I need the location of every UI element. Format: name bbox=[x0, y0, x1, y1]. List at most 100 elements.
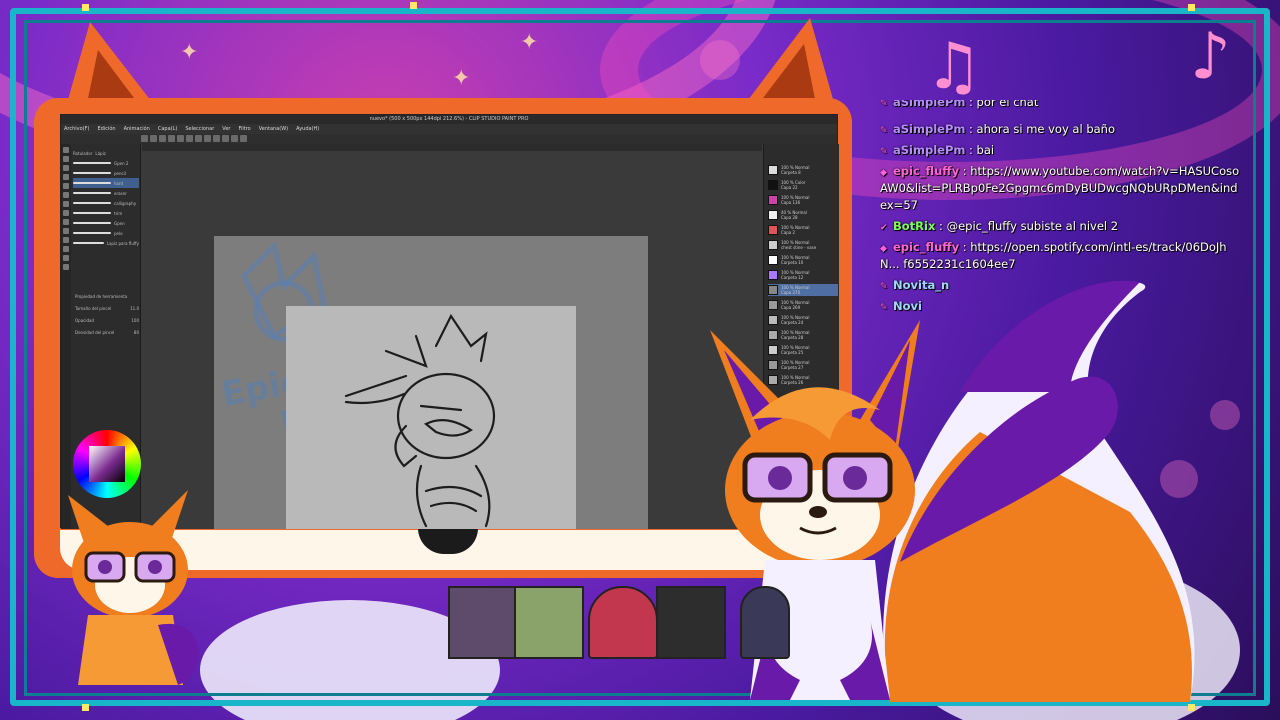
chat-username[interactable]: epic_fluffy bbox=[893, 164, 959, 178]
brush-item[interactable]: pencil bbox=[73, 168, 139, 178]
brush-preview bbox=[73, 172, 111, 174]
menu-ventana[interactable]: Ventana(W) bbox=[259, 124, 288, 134]
deselect-icon[interactable] bbox=[204, 135, 211, 142]
eyedropper-tool-icon[interactable] bbox=[63, 174, 69, 180]
menu-seleccionar[interactable]: Seleccionar bbox=[185, 124, 214, 134]
follower-avatar bbox=[740, 586, 790, 659]
left-panel: Rotulador Lápiz Gpen 2 pencil hard erase… bbox=[61, 144, 141, 529]
blend-tool-icon[interactable] bbox=[63, 264, 69, 270]
menu-ayuda[interactable]: Ayuda(H) bbox=[296, 124, 319, 134]
layer-row[interactable]: 100 % Normal Capa 136 bbox=[768, 194, 838, 206]
chat-text: : @epic_fluffy subiste al nivel 2 bbox=[939, 219, 1119, 233]
airbrush-tool-icon[interactable] bbox=[63, 210, 69, 216]
brush-item[interactable]: trim bbox=[73, 208, 139, 218]
chat-text: : por el chat bbox=[969, 100, 1039, 109]
brush-item[interactable]: pelo bbox=[73, 228, 139, 238]
figure-tool-icon[interactable] bbox=[63, 246, 69, 252]
layer-thumbnail bbox=[768, 225, 778, 235]
canvas-area[interactable]: Epic Fluffy bbox=[142, 144, 762, 529]
density-row[interactable]: Densidad del pincel 80 bbox=[75, 330, 139, 342]
open-icon[interactable] bbox=[150, 135, 157, 142]
layer-row[interactable]: 100 % Normal Capa 270 bbox=[768, 284, 838, 296]
brush-item[interactable]: eraser bbox=[73, 188, 139, 198]
opacity-row[interactable]: Opacidad 100 bbox=[75, 318, 139, 330]
brush-preview bbox=[73, 192, 111, 194]
transform-icon[interactable] bbox=[195, 135, 202, 142]
brush-name: Gpen 2 bbox=[114, 160, 129, 166]
menu-edicion[interactable]: Edición bbox=[97, 124, 115, 134]
eraser-tool-icon[interactable] bbox=[63, 219, 69, 225]
pencil-tool-icon[interactable] bbox=[63, 192, 69, 198]
layer-row[interactable]: 100 % Normal Carpeta 12 bbox=[768, 269, 838, 281]
fill-tool-icon[interactable] bbox=[63, 228, 69, 234]
ruler-icon[interactable] bbox=[231, 135, 238, 142]
command-bar bbox=[61, 134, 837, 144]
chat-username[interactable]: aSimplePm bbox=[893, 143, 965, 157]
menu-filtro[interactable]: Filtro bbox=[238, 124, 250, 134]
layer-label: Capa 28 bbox=[781, 215, 798, 220]
frame-corner-dot bbox=[1188, 704, 1195, 711]
layer-row[interactable]: 40 % Normal Capa 28 bbox=[768, 209, 838, 221]
menu-archivo[interactable]: Archivo(F) bbox=[64, 124, 89, 134]
text-tool-icon[interactable] bbox=[63, 255, 69, 261]
gradient-tool-icon[interactable] bbox=[63, 237, 69, 243]
tab-rotulador[interactable]: Rotulador bbox=[73, 151, 92, 156]
fox-chibi-avatar bbox=[68, 490, 199, 685]
tab-lapiz[interactable]: Lápiz bbox=[95, 151, 105, 156]
layer-row[interactable]: 100 % Normal Carpeta 8 bbox=[768, 164, 838, 176]
frame-corner-dot bbox=[410, 2, 417, 9]
layer-thumbnail bbox=[768, 270, 778, 280]
canvas-paper[interactable] bbox=[286, 306, 576, 529]
brush-item[interactable]: hard bbox=[73, 178, 139, 188]
save-icon[interactable] bbox=[159, 135, 166, 142]
layer-name: 100 % Normal Carpeta 8 bbox=[781, 165, 809, 175]
menu-ver[interactable]: Ver bbox=[222, 124, 230, 134]
layer-row[interactable]: 100 % Normal chest stine - vase bbox=[768, 239, 838, 251]
layer-row[interactable]: 100 % Normal Carpeta 10 bbox=[768, 254, 838, 266]
chat-text: : ahora si me voy al baño bbox=[969, 122, 1115, 136]
snap-icon[interactable] bbox=[222, 135, 229, 142]
layer-label: Carpeta 10 bbox=[781, 260, 804, 265]
clear-icon[interactable] bbox=[186, 135, 193, 142]
prop-value[interactable]: 11.0 bbox=[130, 306, 139, 318]
layer-row[interactable]: 100 % Normal Capa 2 bbox=[768, 224, 838, 236]
prop-value[interactable]: 100 bbox=[131, 318, 139, 330]
prop-value[interactable]: 80 bbox=[134, 330, 139, 342]
menu-capa[interactable]: Capa(L) bbox=[158, 124, 177, 134]
broadcaster-badge-icon: ◆ bbox=[880, 244, 887, 254]
undo-icon[interactable] bbox=[168, 135, 175, 142]
move-tool-icon[interactable] bbox=[63, 156, 69, 162]
brush-preview bbox=[73, 222, 111, 224]
brush-preview bbox=[73, 232, 111, 234]
new-icon[interactable] bbox=[141, 135, 148, 142]
chat-username[interactable]: epic_fluffy bbox=[893, 240, 959, 254]
brush-item[interactable]: Lapiz para fluffy bbox=[73, 238, 139, 248]
badge-icon: ✎ bbox=[880, 147, 888, 157]
invert-selection-icon[interactable] bbox=[213, 135, 220, 142]
chat-username[interactable]: BotRix bbox=[893, 219, 935, 233]
layer-thumbnail bbox=[768, 180, 778, 190]
brush-item[interactable]: calligraphy bbox=[73, 198, 139, 208]
layer-label: chest stine - vase bbox=[781, 245, 817, 250]
layer-row[interactable]: 100 % Color Capa 22 bbox=[768, 179, 838, 191]
chat-username[interactable]: aSimplePm bbox=[893, 100, 965, 109]
chat-username[interactable]: aSimplePm bbox=[893, 122, 965, 136]
brush-size-row[interactable]: Tamaño del pincel 11.0 bbox=[75, 306, 139, 318]
selection-tool-icon[interactable] bbox=[63, 165, 69, 171]
menu-animacion[interactable]: Animación bbox=[124, 124, 150, 134]
brush-item[interactable]: Gpen bbox=[73, 218, 139, 228]
brush-tool-icon[interactable] bbox=[63, 201, 69, 207]
grid-icon[interactable] bbox=[240, 135, 247, 142]
zoom-tool-icon[interactable] bbox=[63, 147, 69, 153]
character-sketch bbox=[344, 313, 496, 528]
brush-item[interactable]: Gpen 2 bbox=[73, 158, 139, 168]
frame-corner-dot bbox=[1188, 4, 1195, 11]
frame-corner-dot bbox=[82, 4, 89, 11]
pen-tool-icon[interactable] bbox=[63, 183, 69, 189]
color-square[interactable] bbox=[89, 446, 125, 482]
canvas-background[interactable]: Epic Fluffy bbox=[214, 236, 648, 529]
chat-message: ✎ aSimplePm : ahora si me voy al baño bbox=[880, 121, 1244, 138]
redo-icon[interactable] bbox=[177, 135, 184, 142]
layer-label: Capa 136 bbox=[781, 200, 801, 205]
brush-preview bbox=[73, 202, 111, 204]
